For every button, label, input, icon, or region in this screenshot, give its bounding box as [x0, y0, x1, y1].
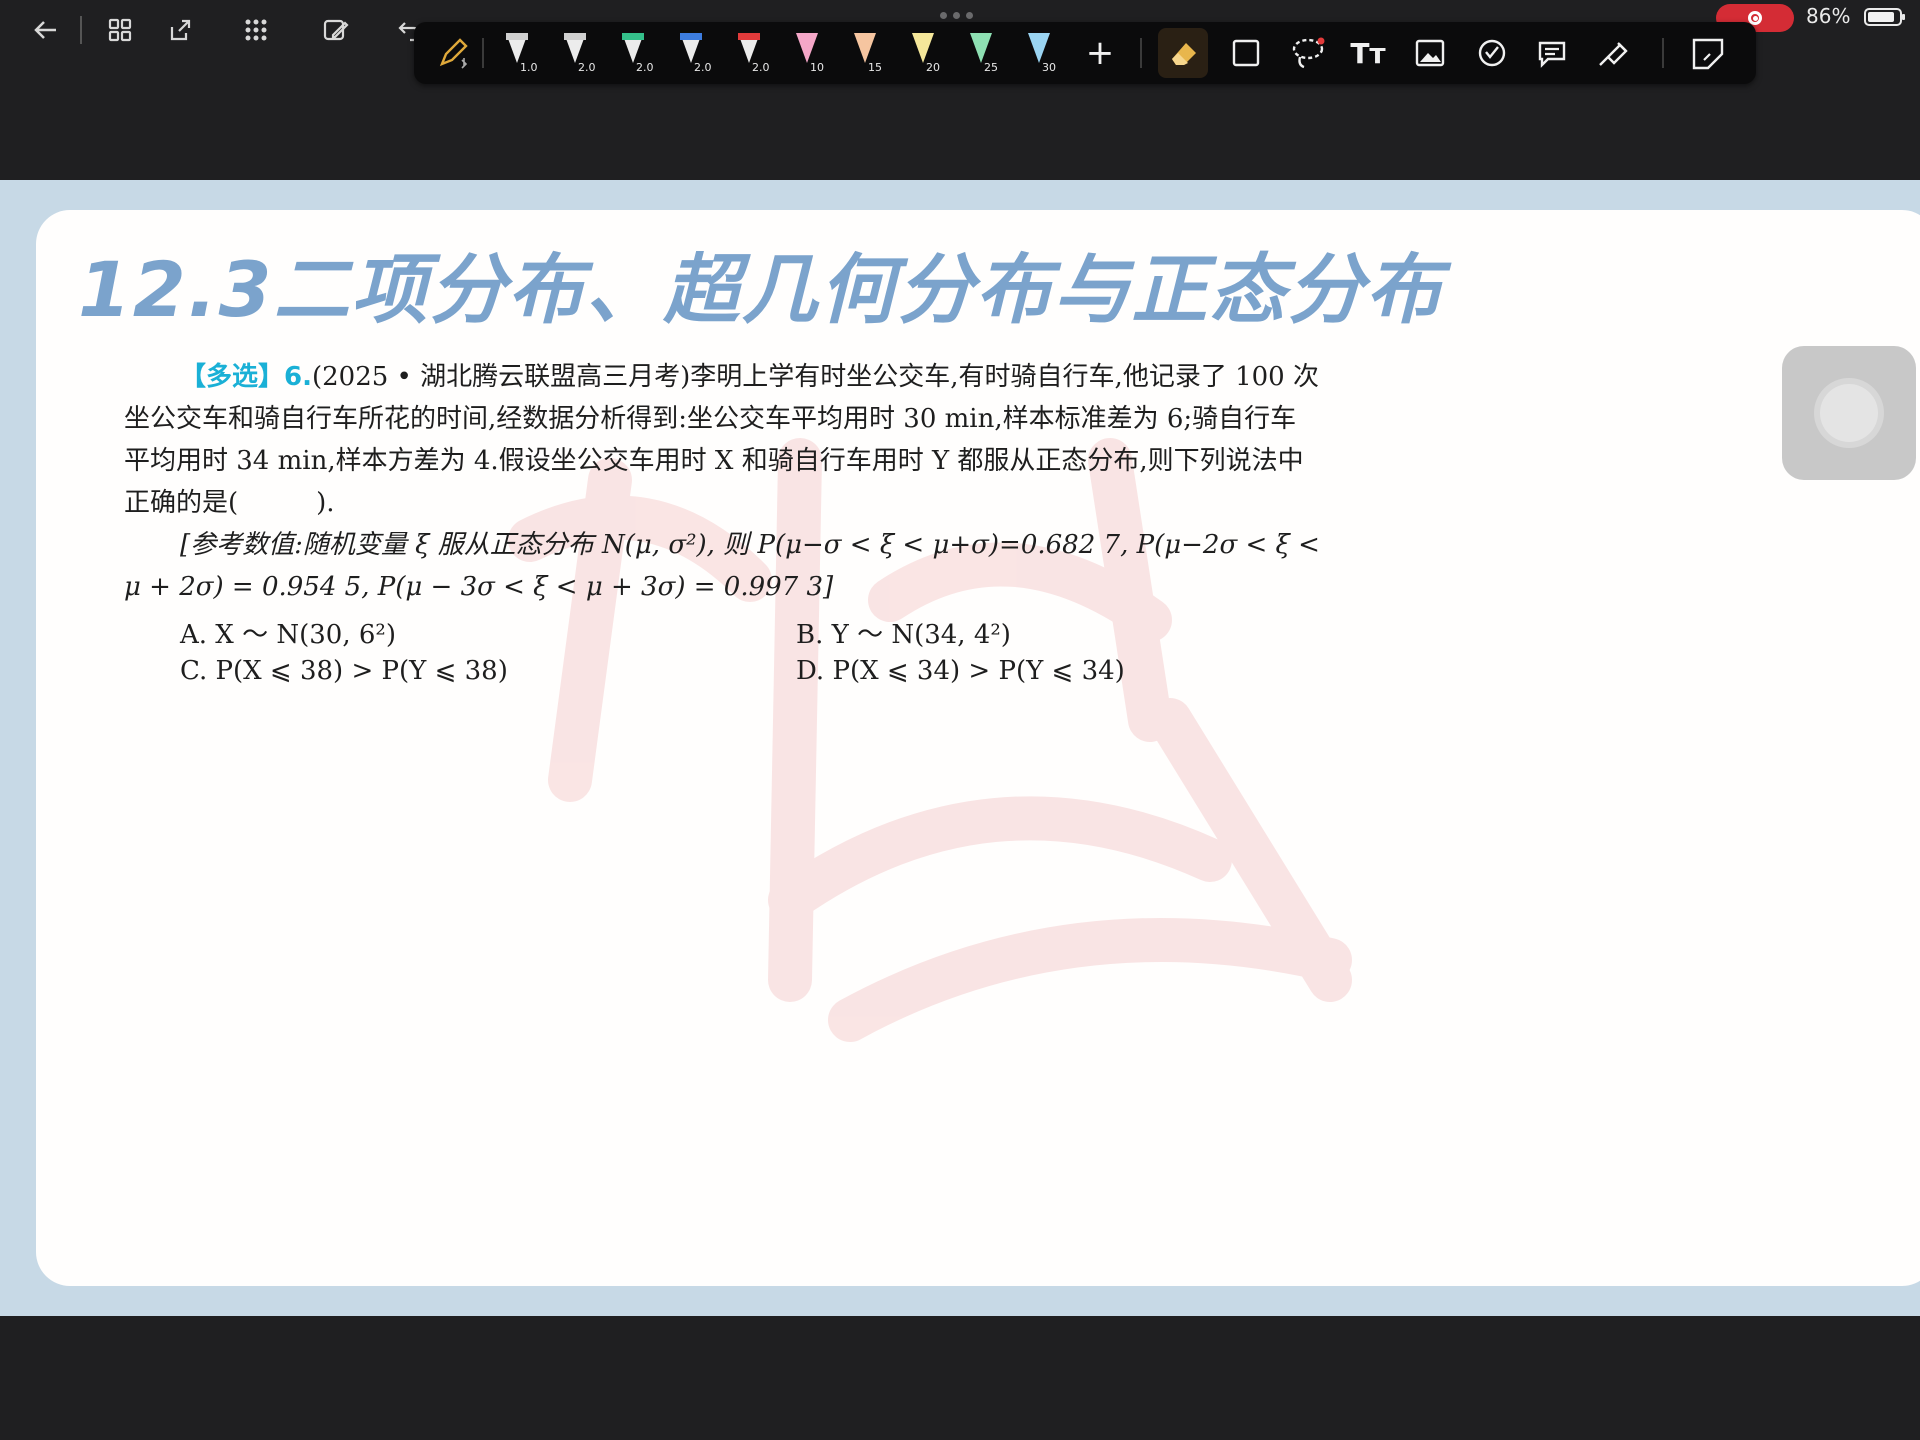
question-tag: 【多选】6.	[180, 362, 312, 392]
marker-30-icon[interactable]: 30	[1016, 28, 1062, 78]
tool-size-label: 2.0	[578, 61, 596, 74]
pen-2.0-icon[interactable]: 2.0	[610, 28, 656, 78]
eraser-icon[interactable]	[1164, 28, 1204, 78]
question-line-2: 坐公交车和骑自行车所花的时间,经数据分析得到:坐公交车平均用时 30 min,样…	[124, 404, 1297, 434]
tool-size-label: 20	[926, 61, 940, 74]
pen-2.0-icon[interactable]: 2.0	[552, 28, 598, 78]
battery-percent: 86%	[1806, 4, 1851, 28]
tool-size-label: 2.0	[694, 61, 712, 74]
marker-20-icon[interactable]: 20	[900, 28, 946, 78]
divider	[482, 38, 484, 68]
tool-size-label: 30	[1042, 61, 1056, 74]
tool-size-label: 1.0	[520, 61, 538, 74]
rectangle-select-icon[interactable]	[1226, 28, 1266, 78]
tool-size-label: 15	[868, 61, 882, 74]
pen-1.0-icon[interactable]: 1.0	[494, 28, 540, 78]
question-line-4: 正确的是( ).	[124, 488, 335, 518]
image-icon[interactable]	[1410, 28, 1450, 78]
chapter-heading: 12.3二项分布、超几何分布与正态分布	[78, 245, 1444, 334]
option-a[interactable]: A. X ～ N(30, 6²)	[180, 614, 396, 651]
sticker-icon[interactable]	[1472, 28, 1512, 78]
divider	[80, 16, 82, 44]
lasso-icon[interactable]	[1286, 28, 1330, 78]
apps-icon[interactable]	[238, 12, 274, 48]
add-tool-button[interactable]: +	[1080, 28, 1120, 78]
option-b[interactable]: B. Y ～ N(34, 4²)	[796, 614, 1011, 651]
tool-size-label: 25	[984, 61, 998, 74]
question-text: 【多选】6.(2025 • 湖北腾云联盟高三月考)李明上学有时坐公交车,有时骑自…	[124, 356, 1394, 608]
text-tool-icon[interactable]: Tт	[1348, 28, 1388, 78]
comment-icon[interactable]	[1532, 28, 1572, 78]
edit-doc-icon[interactable]	[318, 12, 354, 48]
divider	[1140, 38, 1142, 68]
crop-tool-icon[interactable]	[1686, 28, 1730, 78]
divider	[1662, 38, 1664, 68]
option-d[interactable]: D. P(X ⩽ 34) > P(Y ⩽ 34)	[796, 656, 1125, 686]
pen-tool-icon[interactable]	[428, 28, 478, 78]
option-c[interactable]: C. P(X ⩽ 38) > P(Y ⩽ 38)	[180, 656, 508, 686]
battery-icon	[1864, 8, 1905, 26]
reference-line-2: μ + 2σ) = 0.954 5, P(μ − 3σ < ξ < μ + 3σ…	[124, 572, 834, 602]
tool-size-label: 2.0	[752, 61, 770, 74]
pen-2.0-icon[interactable]: 2.0	[668, 28, 714, 78]
grid-icon[interactable]	[102, 12, 138, 48]
pen-2.0-icon[interactable]: 2.0	[726, 28, 772, 78]
marker-10-icon[interactable]: 10	[784, 28, 830, 78]
marker-15-icon[interactable]: 15	[842, 28, 888, 78]
export-icon[interactable]	[162, 12, 198, 48]
question-line-1: (2025 • 湖北腾云联盟高三月考)李明上学有时坐公交车,有时骑自行车,他记录…	[311, 362, 1319, 392]
drawing-toolbar: 1.0 2.0 2.0 2.0 2.0 10 15 20 25 30 + Tт	[414, 22, 1756, 84]
laser-pointer-icon[interactable]	[1592, 28, 1636, 78]
back-arrow-icon[interactable]	[28, 12, 64, 48]
floating-assistive-button[interactable]	[1782, 346, 1916, 480]
reference-line-1: [参考数值:随机变量 ξ 服从正态分布 N(μ, σ²), 则 P(μ−σ < …	[180, 530, 1320, 560]
drag-handle[interactable]	[940, 12, 980, 20]
question-line-3: 平均用时 34 min,样本方差为 4.假设坐公交车用时 X 和骑自行车用时 Y…	[124, 446, 1304, 476]
tool-size-label: 10	[810, 61, 824, 74]
marker-25-icon[interactable]: 25	[958, 28, 1004, 78]
tool-size-label: 2.0	[636, 61, 654, 74]
